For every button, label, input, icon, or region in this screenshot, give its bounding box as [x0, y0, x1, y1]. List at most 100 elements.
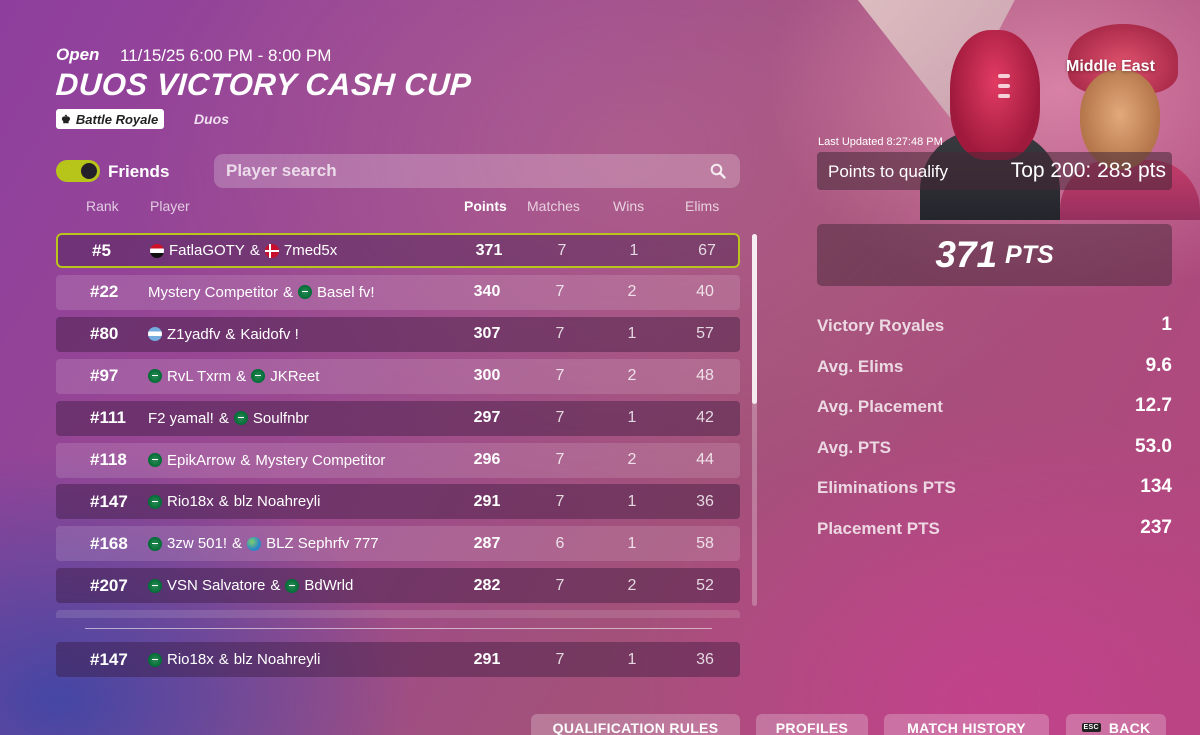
player-name[interactable]: BLZ Sephrfv 777: [266, 535, 379, 552]
match-history-button[interactable]: MATCH HISTORY: [884, 714, 1049, 735]
matches-cell: 7: [555, 367, 565, 385]
player-separator: &: [270, 577, 281, 595]
rank-cell: #80: [90, 324, 119, 344]
elims-cell: 48: [696, 367, 714, 385]
esc-key-icon: ESC: [1081, 723, 1101, 732]
table-row[interactable]: #80 Z1yadfv & Kaidofv ! 307 7 1 57: [56, 316, 740, 352]
table-row[interactable]: #207 VSN Salvatore & BdWrld 282 7 2 52: [56, 568, 740, 604]
mode-badge: ♚ Battle Royale: [56, 109, 165, 129]
table-header: Rank Player Points Matches Wins Elims: [56, 198, 740, 218]
player-search: [214, 154, 740, 188]
header-player[interactable]: Player: [150, 198, 190, 214]
total-points-box: 371 PTS: [817, 224, 1172, 286]
player-cell: 3zw 501! & BLZ Sephrfv 777: [148, 526, 379, 561]
header-points[interactable]: Points: [464, 198, 507, 214]
elims-cell: 42: [696, 409, 714, 427]
rank-cell: #22: [90, 282, 119, 302]
wins-cell: 1: [627, 650, 637, 668]
stat-row: Avg. Elims 9.6: [817, 354, 1172, 395]
player-cell: Z1yadfv & Kaidofv !: [148, 317, 299, 352]
player-name[interactable]: blz Noahreyli: [234, 493, 321, 510]
player-name[interactable]: blz Noahreyli: [234, 651, 321, 668]
player-name[interactable]: VSN Salvatore: [167, 577, 265, 594]
leaderboard-scrollbar[interactable]: [752, 234, 757, 606]
elims-cell: 58: [696, 534, 714, 552]
points-cell: 297: [473, 409, 501, 427]
player-cell: RvL Txrm & JKReet: [148, 359, 319, 394]
search-input[interactable]: [214, 154, 740, 188]
points-cell: 371: [475, 241, 503, 259]
player-name[interactable]: Kaidofv !: [240, 326, 298, 343]
player-name[interactable]: Rio18x: [167, 651, 214, 668]
table-row[interactable]: #168 3zw 501! & BLZ Sephrfv 777 287 6 1 58: [56, 526, 740, 562]
profiles-button[interactable]: PROFILES: [756, 714, 868, 735]
stat-value: 237: [1140, 516, 1172, 538]
character-mask: [950, 30, 1040, 160]
player-name[interactable]: BdWrld: [304, 577, 353, 594]
rank-cell: #111: [90, 408, 126, 428]
player-name[interactable]: JKReet: [270, 368, 319, 385]
my-team-row[interactable]: #147 Rio18x & blz Noahreyli 291 7 1 36: [56, 642, 740, 677]
qualify-value: Top 200: 283 pts: [1010, 159, 1166, 182]
player-name[interactable]: 7med5x: [284, 242, 337, 259]
stat-label: Avg. Placement: [817, 397, 943, 416]
stat-value: 9.6: [1145, 354, 1172, 376]
wins-cell: 2: [627, 576, 637, 594]
wins-cell: 2: [627, 283, 637, 301]
player-name[interactable]: Basel fv!: [317, 284, 375, 301]
player-name[interactable]: FatlaGOTY: [169, 242, 245, 259]
player-separator: &: [218, 409, 229, 427]
event-datetime: 11/15/25 6:00 PM - 8:00 PM: [120, 46, 332, 65]
stat-value: 12.7: [1135, 395, 1172, 416]
wins-cell: 1: [627, 325, 637, 343]
table-row[interactable]: #97 RvL Txrm & JKReet 300 7 2 48: [56, 358, 740, 394]
flag-icon: [233, 411, 248, 426]
friends-label: Friends: [108, 162, 170, 181]
table-row[interactable]: #118 EpikArrow & Mystery Competitor 296 7 2 44: [56, 442, 740, 478]
player-cell: FatlaGOTY & 7med5x: [150, 235, 337, 266]
matches-cell: 7: [555, 576, 565, 594]
flag-icon: [148, 369, 162, 384]
header-matches[interactable]: Matches: [527, 198, 580, 214]
qualify-box: Points to qualify Top 200: 283 pts: [817, 152, 1172, 190]
table-row[interactable]: [56, 610, 740, 618]
matches-cell: 7: [557, 241, 567, 259]
player-name[interactable]: Soulfnbr: [253, 410, 309, 427]
mode-type: Duos: [194, 111, 229, 127]
stat-label: Victory Royales: [817, 316, 945, 335]
player-name[interactable]: Mystery Competitor: [255, 452, 385, 469]
header-elims[interactable]: Elims: [685, 198, 719, 214]
scrollbar-thumb[interactable]: [752, 234, 757, 404]
player-separator: &: [236, 367, 247, 385]
player-name[interactable]: EpikArrow: [167, 452, 235, 469]
table-row[interactable]: #5 FatlaGOTY & 7med5x 371 7 1 67: [56, 233, 740, 268]
player-name[interactable]: RvL Txrm: [167, 368, 231, 385]
player-name[interactable]: Mystery Competitor: [148, 284, 278, 301]
flag-icon: [148, 453, 162, 467]
table-row[interactable]: #147 Rio18x & blz Noahreyli 291 7 1 36: [56, 484, 740, 520]
player-separator: &: [225, 325, 236, 343]
player-name[interactable]: 3zw 501!: [167, 535, 227, 552]
friends-toggle[interactable]: [56, 160, 100, 182]
search-icon[interactable]: [710, 163, 726, 179]
stat-value: 53.0: [1135, 435, 1172, 457]
matches-cell: 7: [555, 409, 565, 427]
player-name[interactable]: Z1yadfv: [167, 326, 220, 343]
qualify-label: Points to qualify: [828, 162, 949, 181]
back-button[interactable]: ESC BACK: [1066, 714, 1166, 735]
stat-row: Placement PTS 237: [817, 516, 1172, 557]
table-row[interactable]: #111 F2 yamal! & Soulfnbr 297 7 1 42: [56, 400, 740, 436]
qualification-rules-button[interactable]: QUALIFICATION RULES: [531, 714, 740, 735]
table-row[interactable]: #22 Mystery Competitor & Basel fv! 340 7 2 40: [56, 274, 740, 310]
elims-cell: 52: [696, 576, 714, 594]
rank-cell: #5: [92, 240, 111, 260]
player-cell: Mystery Competitor & Basel fv!: [148, 275, 375, 310]
player-name[interactable]: F2 yamal!: [148, 410, 214, 427]
header-rank[interactable]: Rank: [86, 198, 119, 214]
region-label: Middle East: [1066, 58, 1155, 75]
flag-icon: [251, 369, 266, 384]
rank-cell: #147: [90, 649, 128, 669]
mode-label: Battle Royale: [75, 111, 159, 127]
player-name[interactable]: Rio18x: [167, 493, 214, 510]
header-wins[interactable]: Wins: [613, 198, 644, 214]
